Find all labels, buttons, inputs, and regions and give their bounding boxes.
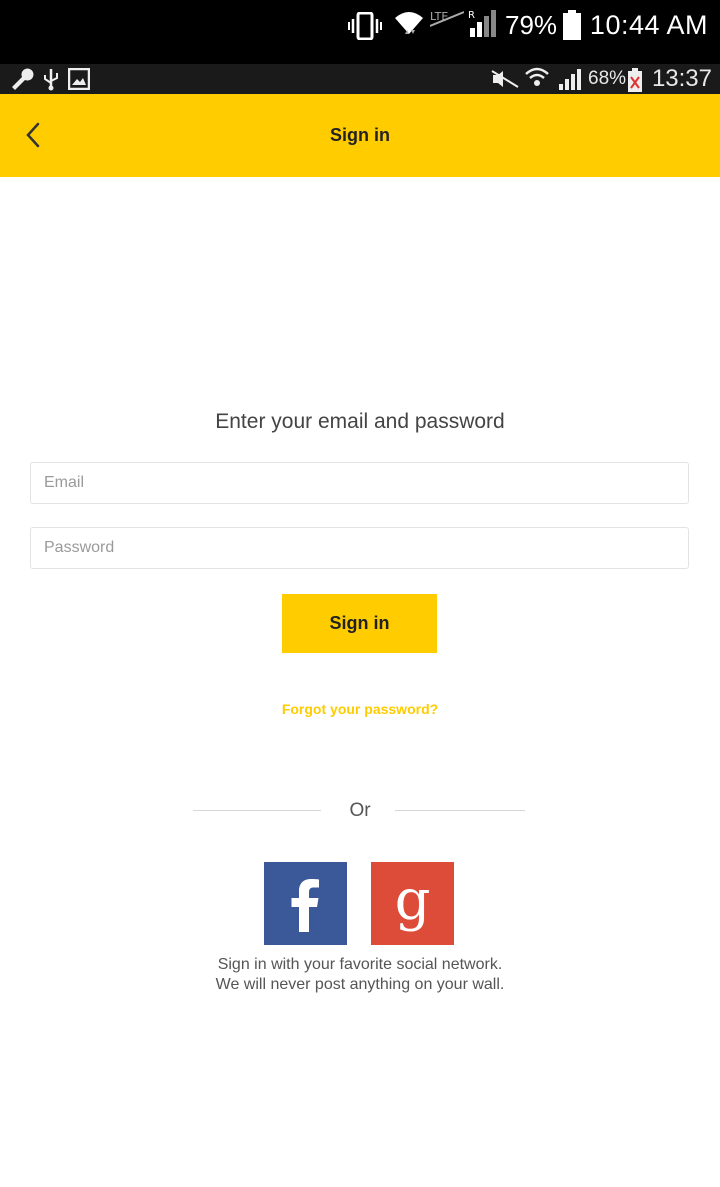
password-field-container <box>30 527 689 569</box>
data-transfer-icon: LTE <box>429 8 465 35</box>
battery-icon <box>563 10 581 45</box>
clock-secondary: 13:37 <box>651 65 712 92</box>
google-icon: g <box>395 868 431 933</box>
social-note-line-1: Sign in with your favorite social networ… <box>217 956 503 973</box>
wifi-icon <box>524 66 550 97</box>
clock: 10:44 AM <box>589 10 708 40</box>
forgot-password-link[interactable]: Forgot your password? <box>0 701 720 717</box>
system-status-bar: LTE R 79% 10:44 AM <box>0 0 720 64</box>
svg-text:LTE: LTE <box>430 10 448 23</box>
google-sign-in-button[interactable]: g <box>371 862 454 945</box>
sign-in-button[interactable]: Sign in <box>282 594 437 653</box>
email-field[interactable] <box>31 463 664 503</box>
image-icon <box>67 67 91 95</box>
svg-text:R: R <box>468 10 475 21</box>
social-note-line-2: We will never post anything on your wall… <box>215 976 505 993</box>
form-heading: Enter your email and password <box>215 410 505 433</box>
signal-icon: R <box>468 8 498 43</box>
vibrate-icon <box>348 11 382 45</box>
email-field-container <box>30 462 689 504</box>
signal-icon <box>558 68 584 95</box>
facebook-icon <box>291 879 319 932</box>
usb-icon <box>42 67 60 96</box>
wrench-icon <box>10 68 34 95</box>
wifi-icon <box>394 10 424 45</box>
device-status-bar: 68% 13:37 <box>0 64 720 94</box>
facebook-sign-in-button[interactable] <box>264 862 347 945</box>
divider-right <box>395 810 525 811</box>
password-field[interactable] <box>31 528 664 568</box>
app-bar: Sign in <box>0 94 720 177</box>
or-label: Or <box>349 800 371 821</box>
battery-percent-secondary: 68% <box>588 68 627 89</box>
page-title: Sign in <box>330 125 390 145</box>
svg-text:g: g <box>395 868 431 933</box>
battery-percent: 79% <box>505 10 558 40</box>
battery-icon <box>628 68 642 97</box>
mute-icon <box>491 70 519 93</box>
